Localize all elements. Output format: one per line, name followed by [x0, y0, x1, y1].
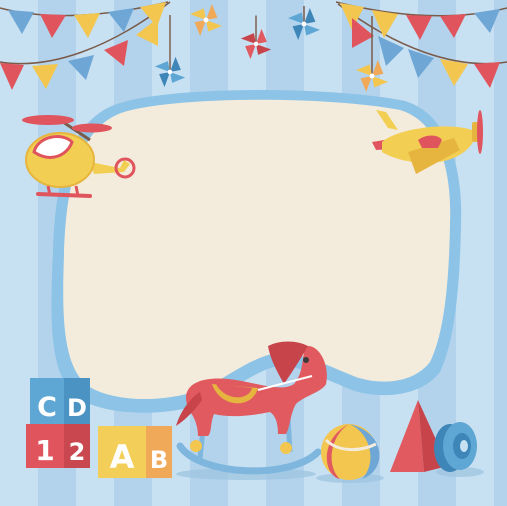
block-letter-b: B	[150, 446, 168, 474]
block-letter-d: D	[67, 394, 87, 422]
block-number-2: 2	[69, 438, 86, 466]
block-letter-c: C	[37, 392, 57, 423]
block-number-1: 1	[35, 434, 54, 467]
baby-toys-illustration: C D 1 2 A B	[0, 0, 507, 506]
background-stripe	[494, 0, 507, 506]
block-letter-a: A	[110, 438, 135, 476]
scene-svg: C D 1 2 A B	[0, 0, 507, 506]
